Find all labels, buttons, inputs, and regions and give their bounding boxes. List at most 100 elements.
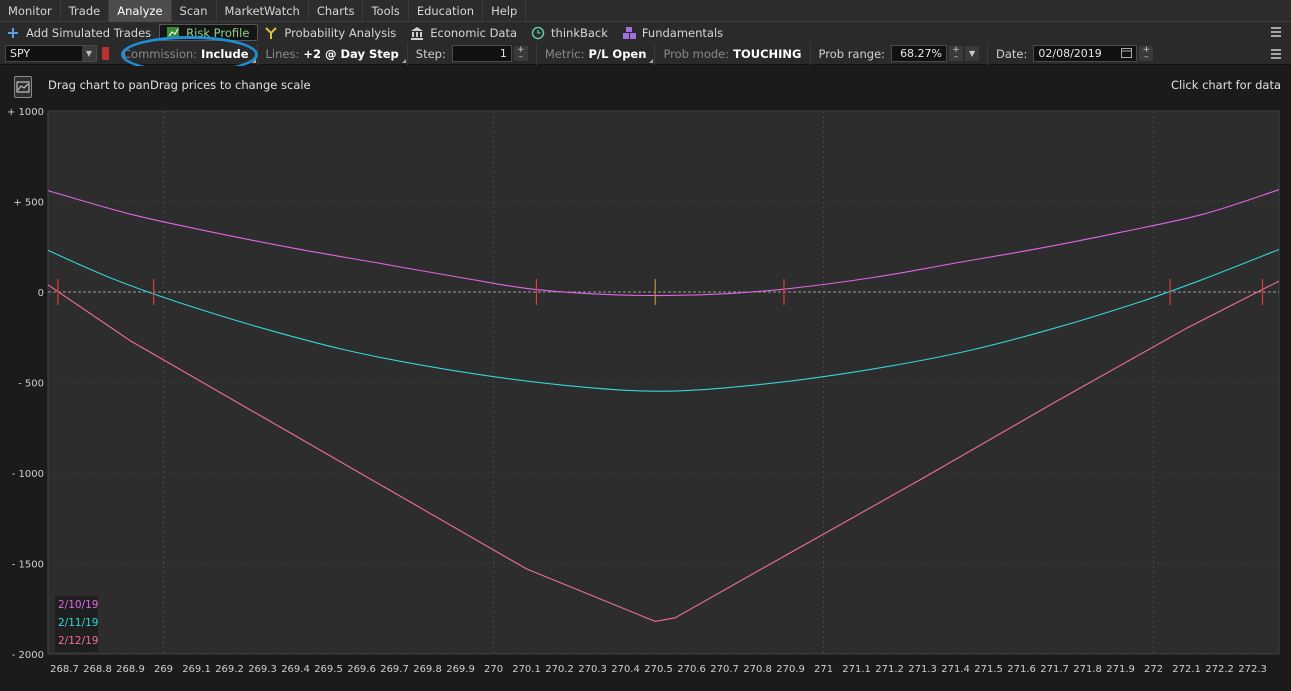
lines-value: +2 @ Day Step bbox=[303, 46, 399, 61]
add-simulated-trades-button[interactable]: Add Simulated Trades bbox=[0, 22, 159, 43]
commission-setting[interactable]: Commission: Include bbox=[115, 42, 258, 65]
y-tick-label: - 1500 bbox=[12, 560, 44, 571]
corner-dropdown-icon bbox=[401, 58, 406, 63]
prob-range-input[interactable]: 68.27% bbox=[891, 45, 948, 62]
prob-range-setting: Prob range: 68.27% + – ▼ bbox=[811, 42, 989, 65]
chevron-down-icon[interactable]: ▼ bbox=[965, 46, 980, 61]
clock-icon bbox=[531, 26, 545, 40]
fundamentals-tab[interactable]: Fundamentals bbox=[616, 22, 731, 43]
economic-data-tab[interactable]: Economic Data bbox=[404, 22, 525, 43]
x-tick-label: 272.1 bbox=[1172, 664, 1201, 675]
lines-setting[interactable]: Lines: +2 @ Day Step bbox=[258, 42, 408, 65]
menu-help[interactable]: Help bbox=[483, 0, 527, 22]
risk-profile-tab[interactable]: Risk Profile bbox=[159, 24, 259, 41]
economic-label: Economic Data bbox=[430, 25, 518, 40]
prob-range-spinner[interactable]: + – bbox=[949, 45, 964, 61]
x-tick-label: 271.3 bbox=[908, 664, 937, 675]
date-setting: Date: 02/08/2019 + – bbox=[988, 43, 1161, 65]
x-tick-label: 271.8 bbox=[1073, 664, 1102, 675]
date-spinner[interactable]: + – bbox=[1139, 45, 1154, 61]
x-tick-label: 270 bbox=[484, 664, 503, 675]
commission-value: Include bbox=[201, 46, 249, 61]
prob-range-label: Prob range: bbox=[818, 46, 886, 61]
date-input[interactable]: 02/08/2019 bbox=[1033, 45, 1138, 62]
x-tick-label: 269.1 bbox=[182, 664, 211, 675]
menu-trade[interactable]: Trade bbox=[61, 0, 110, 22]
x-tick-label: 269.5 bbox=[314, 664, 343, 675]
step-value: 1 bbox=[499, 47, 507, 60]
menu-monitor[interactable]: Monitor bbox=[0, 0, 61, 22]
x-tick-label: 270.9 bbox=[776, 664, 805, 675]
legend-entry: 2/11/19 bbox=[58, 617, 99, 629]
analyze-toolbar: Add Simulated Trades Risk Profile Probab… bbox=[0, 22, 1291, 43]
prob-range-value: 68.27% bbox=[900, 47, 943, 60]
risk-profile-label: Risk Profile bbox=[186, 25, 250, 40]
menu-education[interactable]: Education bbox=[409, 0, 484, 22]
step-label: Step: bbox=[415, 46, 446, 61]
probability-icon bbox=[264, 26, 278, 40]
x-tick-label: 269.2 bbox=[215, 664, 244, 675]
prob-mode-setting[interactable]: Prob mode: TOUCHING bbox=[655, 42, 811, 65]
chevron-down-icon[interactable]: ▼ bbox=[82, 46, 96, 61]
prob-mode-value: TOUCHING bbox=[733, 46, 802, 61]
x-tick-label: 271.6 bbox=[1007, 664, 1036, 675]
chart-header: Drag chart to panDrag prices to change s… bbox=[0, 66, 1291, 106]
risk-profile-settings: SPY ▼ Commission: Include Lines: +2 @ Da… bbox=[0, 42, 1291, 65]
menu-tools[interactable]: Tools bbox=[363, 0, 409, 22]
chart-legend: 2/10/19 2/11/19 2/12/19 bbox=[55, 596, 98, 652]
cubes-icon bbox=[622, 26, 636, 40]
x-tick-label: 270.2 bbox=[545, 664, 574, 675]
menu-scan[interactable]: Scan bbox=[172, 0, 217, 22]
menu-marketwatch[interactable]: MarketWatch bbox=[217, 0, 309, 22]
step-input[interactable]: 1 bbox=[451, 45, 512, 62]
settings-menu-icon[interactable] bbox=[1269, 47, 1283, 64]
menu-analyze[interactable]: Analyze bbox=[109, 0, 172, 22]
metric-setting[interactable]: Metric: P/L Open bbox=[537, 42, 656, 65]
corner-dropdown-icon bbox=[649, 58, 654, 63]
risk-profile-chart[interactable]: + 1000 + 500 0 - 500 - 1000 - 1500 - 2000 268.7… bbox=[0, 106, 1291, 691]
probability-label: Probability Analysis bbox=[284, 25, 397, 40]
x-tick-label: 272.2 bbox=[1205, 664, 1234, 675]
x-tick-label: 270.6 bbox=[677, 664, 706, 675]
x-tick-label: 269 bbox=[154, 664, 173, 675]
click-hint: Click chart for data bbox=[1171, 78, 1281, 92]
chart-settings-icon[interactable] bbox=[14, 76, 32, 98]
x-tick-label: 270.4 bbox=[611, 664, 640, 675]
x-tick-label: 269.7 bbox=[380, 664, 409, 675]
metric-value: P/L Open bbox=[588, 46, 647, 61]
alert-flag-icon bbox=[102, 47, 109, 60]
x-tick-label: 271.2 bbox=[875, 664, 904, 675]
toolbar-menu-icon[interactable] bbox=[1269, 25, 1283, 39]
step-setting: Step: 1 + – bbox=[408, 42, 537, 65]
metric-label: Metric: bbox=[544, 46, 585, 61]
thinkback-tab[interactable]: thinkBack bbox=[525, 22, 616, 43]
corner-dropdown-icon bbox=[251, 58, 256, 63]
x-tick-label: 269.6 bbox=[347, 664, 376, 675]
x-tick-label: 268.9 bbox=[116, 664, 145, 675]
drag-hint: Drag chart to panDrag prices to change s… bbox=[48, 78, 311, 92]
calendar-icon[interactable] bbox=[1121, 47, 1133, 61]
x-tick-label: 269.8 bbox=[413, 664, 442, 675]
date-value: 02/08/2019 bbox=[1038, 47, 1102, 60]
commission-label: Commission: bbox=[123, 46, 198, 61]
legend-entry: 2/10/19 bbox=[58, 599, 99, 611]
menu-charts[interactable]: Charts bbox=[309, 0, 364, 22]
x-tick-label: 270.7 bbox=[710, 664, 739, 675]
x-tick-label: 269.4 bbox=[281, 664, 310, 675]
main-menu: Monitor Trade Analyze Scan MarketWatch Charts… bbox=[0, 0, 1291, 22]
x-tick-label: 271.9 bbox=[1106, 664, 1135, 675]
pl-chart-svg[interactable]: + 1000 + 500 0 - 500 - 1000 - 1500 - 2000 268.7… bbox=[0, 106, 1291, 691]
step-spinner[interactable]: + – bbox=[513, 45, 528, 61]
probability-analysis-tab[interactable]: Probability Analysis bbox=[258, 22, 404, 43]
x-tick-label: 270.1 bbox=[512, 664, 541, 675]
x-tick-label: 268.8 bbox=[83, 664, 112, 675]
bank-icon bbox=[410, 26, 424, 40]
x-tick-label: 271.1 bbox=[842, 664, 871, 675]
fundamentals-label: Fundamentals bbox=[641, 25, 724, 40]
x-tick-label: 270.3 bbox=[578, 664, 607, 675]
x-tick-label: 269.9 bbox=[446, 664, 475, 675]
symbol-selector[interactable]: SPY ▼ bbox=[5, 45, 97, 62]
x-tick-label: 272.3 bbox=[1238, 664, 1267, 675]
y-tick-label: + 500 bbox=[13, 198, 44, 209]
x-tick-label: 270.8 bbox=[743, 664, 772, 675]
